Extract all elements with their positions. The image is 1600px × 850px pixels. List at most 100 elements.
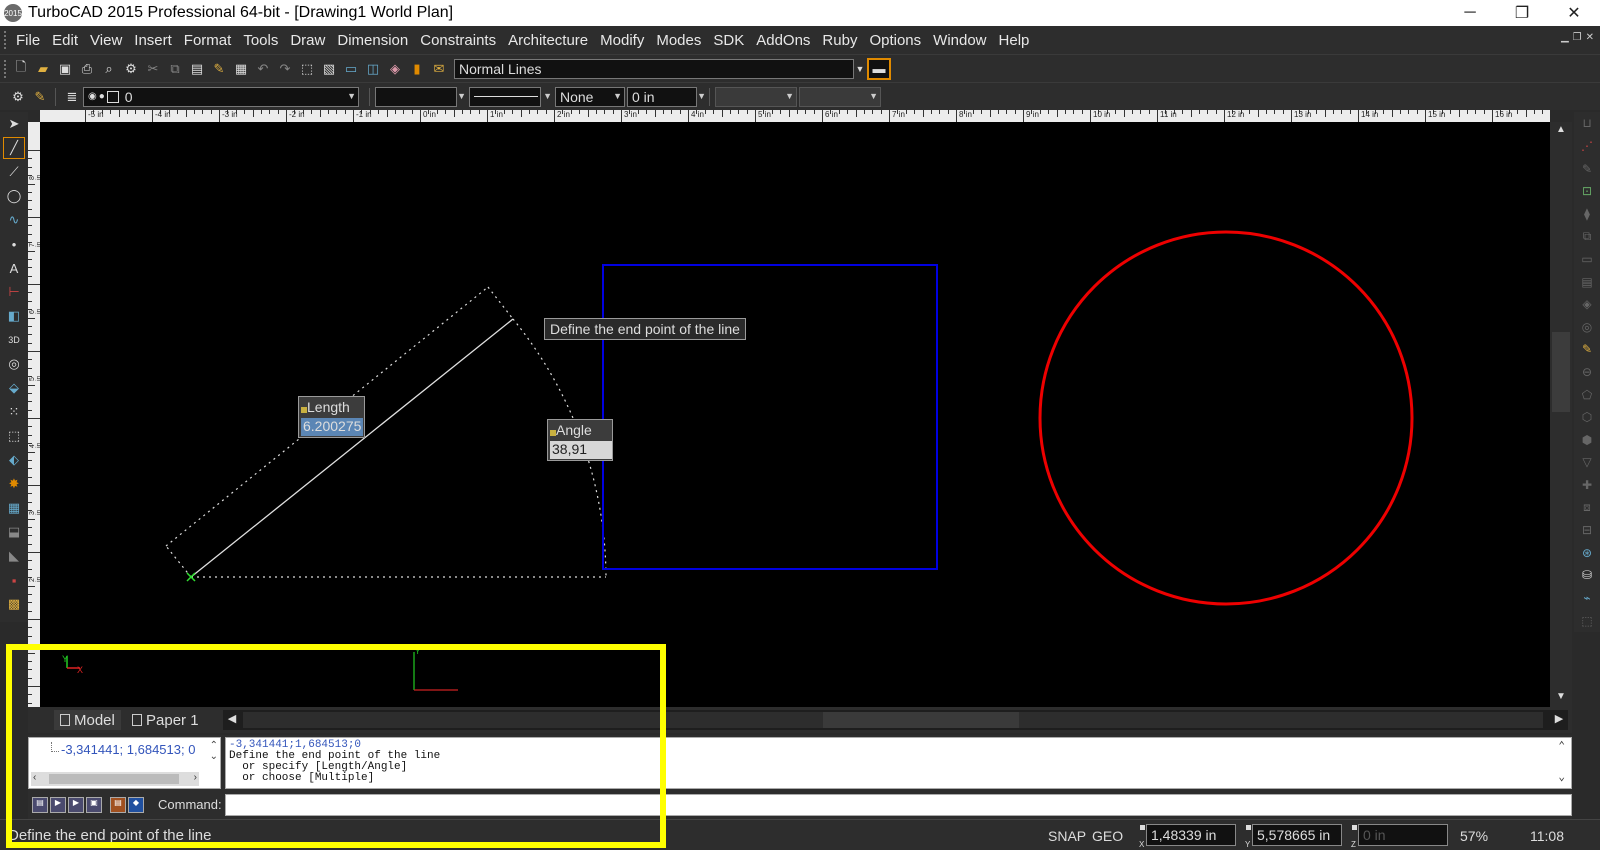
scroll-left-icon[interactable]: ◀	[225, 712, 239, 728]
select-by-icon[interactable]: ⬚	[297, 59, 317, 79]
menu-constraints[interactable]: Constraints	[414, 32, 502, 49]
line-style-dropdown-arrow-icon[interactable]: ▼	[855, 59, 865, 79]
style-palette-icon[interactable]: ▬	[867, 57, 891, 80]
settings-gear-icon[interactable]: ⚙	[121, 59, 141, 79]
redo-icon[interactable]: ↷	[275, 59, 295, 79]
cmd-option-4-icon[interactable]: ▣	[86, 797, 102, 813]
hatch-tool-icon[interactable]: ◧	[3, 305, 25, 327]
right-tool-13-icon[interactable]: ⬠	[1577, 384, 1597, 405]
dimension-lock-icon[interactable]: ⊢	[3, 281, 25, 303]
insert-tool-icon[interactable]: ⬓	[3, 521, 25, 543]
match-properties-icon[interactable]: ✎	[209, 59, 229, 79]
z-coordinate-field[interactable]: 0 in	[1358, 824, 1448, 846]
right-tool-6-icon[interactable]: ⧉	[1577, 226, 1597, 247]
scroll-down-icon[interactable]: ▼	[1554, 691, 1568, 705]
vertical-scroll-thumb[interactable]	[1552, 332, 1570, 412]
menu-addons[interactable]: AddOns	[750, 32, 816, 49]
turbocad-app-icon[interactable]: 2015	[4, 4, 22, 22]
3d-tool-icon[interactable]: 3D	[3, 329, 25, 351]
right-tool-1-icon[interactable]: ⊔	[1577, 113, 1597, 134]
zoom-window-icon[interactable]: ⬚	[3, 425, 25, 447]
tab-model[interactable]: Model	[54, 710, 121, 730]
coordinate-history-item[interactable]: -3,341441; 1,684513; 0	[61, 742, 195, 757]
right-tool-10-icon[interactable]: ◎	[1577, 316, 1597, 337]
pen-color-dropdown[interactable]: ▼	[375, 86, 466, 107]
camera-tool-icon[interactable]: ▪	[3, 569, 25, 591]
restore-button[interactable]: ❐	[1496, 0, 1548, 26]
property-gear-icon[interactable]: ⚙	[8, 87, 28, 107]
list-scroll-left-icon[interactable]: ‹	[33, 772, 36, 783]
x-coordinate-field[interactable]: 1,48339 in	[1146, 824, 1236, 846]
cmd-option-5-icon[interactable]: ▤	[110, 797, 126, 813]
modify-tool-icon[interactable]: ◎	[3, 353, 25, 375]
menu-modes[interactable]: Modes	[650, 32, 707, 49]
pointer-tool-icon[interactable]: ◣	[3, 545, 25, 567]
tab-paper-1[interactable]: Paper 1	[126, 710, 205, 730]
cmd-option-1-icon[interactable]: ▤	[32, 797, 48, 813]
right-tool-16-icon[interactable]: ▽	[1577, 452, 1597, 473]
command-input[interactable]	[225, 794, 1572, 816]
menu-tools[interactable]: Tools	[237, 32, 284, 49]
menu-dimension[interactable]: Dimension	[331, 32, 414, 49]
menu-sdk[interactable]: SDK	[707, 32, 750, 49]
angle-input-box[interactable]: Angle 38,91	[547, 419, 613, 461]
right-tool-5-icon[interactable]: ⧫	[1577, 203, 1597, 224]
eraser-tool-icon[interactable]: ⬙	[3, 377, 25, 399]
list-scroll-right-icon[interactable]: ›	[194, 772, 197, 783]
save-icon[interactable]: ▣	[55, 59, 75, 79]
drawing-setup-icon[interactable]: ▧	[319, 59, 339, 79]
pen-style-dropdown[interactable]: None ▼	[555, 86, 625, 107]
right-tool-3-icon[interactable]: ✎	[1577, 158, 1597, 179]
vertical-scrollbar[interactable]: ▲ ▼	[1550, 122, 1572, 707]
right-tool-19-icon[interactable]: ⊟	[1577, 520, 1597, 541]
right-tool-8-icon[interactable]: ▤	[1577, 271, 1597, 292]
right-tool-11-icon[interactable]: ✎	[1577, 339, 1597, 360]
horizontal-scrollbar[interactable]: ◀ ▶	[223, 710, 1568, 730]
right-tool-2-icon[interactable]: ⋰	[1577, 136, 1597, 157]
design-director-icon[interactable]: ▮	[407, 59, 427, 79]
select-arrow-icon[interactable]: ➤	[3, 113, 25, 135]
list-scroll-thumb[interactable]	[49, 774, 179, 784]
cmd-option-3-icon[interactable]: ▶	[68, 797, 84, 813]
open-folder-icon[interactable]: ▰	[33, 59, 53, 79]
right-tool-7-icon[interactable]: ▭	[1577, 249, 1597, 270]
copy-icon[interactable]: ⧉	[165, 59, 185, 79]
menu-view[interactable]: View	[84, 32, 128, 49]
cmd-option-2-icon[interactable]: ▶	[50, 797, 66, 813]
mdi-close-icon[interactable]: ✕	[1586, 32, 1594, 43]
properties-icon[interactable]: ▦	[231, 59, 251, 79]
blue-rectangle[interactable]	[602, 264, 938, 570]
right-tool-18-icon[interactable]: ⧈	[1577, 497, 1597, 518]
menu-options[interactable]: Options	[863, 32, 927, 49]
menu-file[interactable]: File	[10, 32, 46, 49]
clapper-tool-icon[interactable]: ▩	[3, 593, 25, 615]
undo-icon[interactable]: ↶	[253, 59, 273, 79]
right-tool-12-icon[interactable]: ⊖	[1577, 362, 1597, 383]
coordinate-history-list[interactable]: -3,341441; 1,684513; 0 ⌃ ⌄ ‹ ›	[28, 737, 221, 789]
list-scroll-icon[interactable]: ⌃ ⌄	[210, 740, 218, 762]
horizontal-scroll-thumb[interactable]	[823, 712, 1019, 728]
right-tool-9-icon[interactable]: ◈	[1577, 294, 1597, 315]
layer-dropdown[interactable]: ◉ ● 0 ▼	[83, 86, 359, 107]
snap-toggle[interactable]: SNAP	[1048, 825, 1086, 847]
mdi-restore-icon[interactable]: ❐	[1573, 32, 1582, 43]
right-tool-15-icon[interactable]: ⬢	[1577, 430, 1597, 451]
paste-icon[interactable]: ▤	[187, 59, 207, 79]
point-tool-icon[interactable]: •	[3, 233, 25, 255]
menu-modify[interactable]: Modify	[594, 32, 650, 49]
history-scroll-up-icon[interactable]: ⌃	[1558, 742, 1565, 753]
minimize-button[interactable]: ─	[1444, 0, 1496, 26]
menu-draw[interactable]: Draw	[284, 32, 331, 49]
cmd-option-6-icon[interactable]: ◆	[128, 797, 144, 813]
right-tool-4-icon[interactable]: ⊡	[1577, 181, 1597, 202]
pencil-icon[interactable]: ✎	[30, 87, 50, 107]
red-circle[interactable]	[1038, 230, 1414, 606]
history-scroll-down-icon[interactable]: ⌄	[1558, 773, 1565, 784]
mdi-minimize-icon[interactable]: ▁	[1561, 32, 1569, 43]
cut-icon[interactable]: ✂	[143, 59, 163, 79]
right-tool-20-icon[interactable]: ⊛	[1577, 543, 1597, 564]
close-button[interactable]: ✕	[1548, 0, 1600, 26]
menu-format[interactable]: Format	[178, 32, 238, 49]
email-icon[interactable]: ✉	[429, 59, 449, 79]
table-tool-icon[interactable]: ▦	[3, 497, 25, 519]
